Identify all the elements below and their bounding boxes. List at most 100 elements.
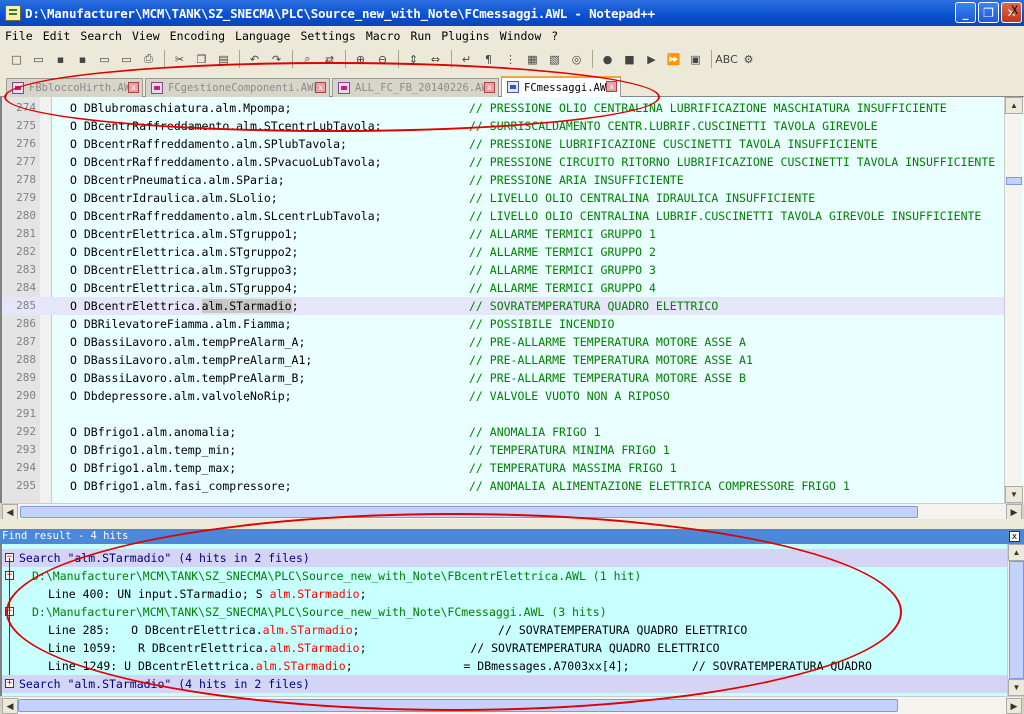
close-file-icon[interactable]: ▭ bbox=[94, 49, 115, 69]
cut-icon[interactable]: ✂ bbox=[169, 49, 190, 69]
find-hit-line[interactable]: Line 400: UN input.STarmadio; S alm.STar… bbox=[2, 585, 1007, 603]
find-scroll-left-arrow-icon[interactable]: ◀ bbox=[2, 698, 18, 714]
editor-vscroll-thumb[interactable] bbox=[1006, 177, 1022, 185]
find-horizontal-scrollbar[interactable]: ◀ ▶ bbox=[2, 696, 1022, 714]
scroll-left-arrow-icon[interactable]: ◀ bbox=[2, 504, 18, 520]
find-vscroll-thumb[interactable] bbox=[1009, 561, 1024, 679]
find-scroll-right-arrow-icon[interactable]: ▶ bbox=[1006, 698, 1022, 714]
sync-horizontal-icon[interactable]: ⇔ bbox=[425, 49, 446, 69]
menu-macro[interactable]: Macro bbox=[361, 29, 406, 43]
code-line[interactable]: 283 O DBcentrElettrica.alm.STgruppo3; // A… bbox=[2, 261, 1006, 279]
code-line[interactable]: 278 O DBcentrPneumatica.alm.SParia; // PRE… bbox=[2, 171, 1006, 189]
menu-file[interactable]: File bbox=[0, 29, 38, 43]
close-document-button[interactable]: X bbox=[1011, 3, 1018, 17]
word-wrap-icon[interactable]: ↵ bbox=[456, 49, 477, 69]
spell-auto-icon[interactable]: ⚙ bbox=[738, 49, 759, 69]
editor-hscroll-thumb[interactable] bbox=[20, 506, 918, 518]
find-hit-line[interactable]: Line 285: O DBcentrElettrica.alm.STarmad… bbox=[2, 621, 1007, 639]
menu-help[interactable]: ? bbox=[546, 29, 563, 43]
code-line[interactable]: 291 bbox=[2, 405, 1006, 423]
redo-icon[interactable]: ↷ bbox=[266, 49, 287, 69]
find-result-panel[interactable]: Search "alm.STarmadio" (4 hits in 2 file… bbox=[0, 544, 1007, 696]
indent-guide-icon[interactable]: ⋮ bbox=[500, 49, 521, 69]
menu-edit[interactable]: Edit bbox=[38, 29, 76, 43]
tab-fcmessaggi-awl[interactable]: FCmessaggi.AWL x bbox=[501, 76, 621, 97]
menu-view[interactable]: View bbox=[127, 29, 165, 43]
spell-check-icon[interactable]: ABC bbox=[715, 49, 738, 69]
scroll-right-arrow-icon[interactable]: ▶ bbox=[1006, 504, 1022, 520]
user-language-icon[interactable]: ▦ bbox=[522, 49, 543, 69]
code-line[interactable]: 282 O DBcentrElettrica.alm.STgruppo2; // A… bbox=[2, 243, 1006, 261]
find-file-line[interactable]: D:\Manufacturer\MCM\TANK\SZ_SNECMA\PLC\S… bbox=[2, 603, 1007, 621]
tab-close-icon[interactable]: x bbox=[606, 81, 617, 92]
tab-fcgestionecomponenti-awl[interactable]: FCgestioneComponenti.AWL x bbox=[145, 78, 330, 97]
notepadpp-icon[interactable] bbox=[5, 5, 21, 21]
code-line[interactable]: 287 O DBassiLavoro.alm.tempPreAlarm_A; // … bbox=[2, 333, 1006, 351]
editor-horizontal-scrollbar[interactable]: ◀ ▶ bbox=[2, 503, 1022, 520]
code-line[interactable]: 277 O DBcentrRaffreddamento.alm.SPvacuoLu… bbox=[2, 153, 1006, 171]
code-line[interactable]: 284 O DBcentrElettrica.alm.STgruppo4; // A… bbox=[2, 279, 1006, 297]
copy-icon[interactable]: ❐ bbox=[191, 49, 212, 69]
menu-window[interactable]: Window bbox=[495, 29, 547, 43]
save-macro-icon[interactable]: ▣ bbox=[685, 49, 706, 69]
code-line[interactable]: 288 O DBassiLavoro.alm.tempPreAlarm_A1; //… bbox=[2, 351, 1006, 369]
run-macro-multiple-icon[interactable]: ⏩ bbox=[663, 49, 684, 69]
menu-settings[interactable]: Settings bbox=[295, 29, 360, 43]
undo-icon[interactable]: ↶ bbox=[244, 49, 265, 69]
sync-vertical-icon[interactable]: ⇕ bbox=[403, 49, 424, 69]
replace-icon[interactable]: ⇄ bbox=[319, 49, 340, 69]
record-macro-icon[interactable]: ● bbox=[597, 49, 618, 69]
open-file-icon[interactable]: ▭ bbox=[28, 49, 49, 69]
show-all-chars-icon[interactable]: ¶ bbox=[478, 49, 499, 69]
code-line[interactable]: 292 O DBfrigo1.alm.anomalia; // ANOMALIA F… bbox=[2, 423, 1006, 441]
new-file-icon[interactable]: □ bbox=[6, 49, 27, 69]
find-hscroll-thumb[interactable] bbox=[18, 699, 898, 712]
save-all-icon[interactable]: ▪ bbox=[72, 49, 93, 69]
code-line[interactable]: 289 O DBassiLavoro.alm.tempPreAlarm_B; // … bbox=[2, 369, 1006, 387]
menu-run[interactable]: Run bbox=[405, 29, 436, 43]
find-hit-line[interactable]: Line 1059: R DBcentrElettrica.alm.STarma… bbox=[2, 639, 1007, 657]
code-line[interactable]: 275 O DBcentrRaffreddamento.alm.STcentrLu… bbox=[2, 117, 1006, 135]
code-line[interactable]: 293 O DBfrigo1.alm.temp_min; // TEMPERATUR… bbox=[2, 441, 1006, 459]
code-line[interactable]: 286 O DBRilevatoreFiamma.alm.Fiamma; // PO… bbox=[2, 315, 1006, 333]
code-line[interactable]: 285 O DBcentrElettrica.alm.STarmadio; // S… bbox=[2, 297, 1006, 315]
title-bar[interactable]: D:\Manufacturer\MCM\TANK\SZ_SNECMA\PLC\S… bbox=[0, 0, 1024, 26]
find-file-line[interactable]: D:\Manufacturer\MCM\TANK\SZ_SNECMA\PLC\S… bbox=[2, 567, 1007, 585]
tab-fbbloccohirth-awl[interactable]: FBbloccoHirth.AWL x bbox=[6, 78, 143, 97]
code-line[interactable]: 280 O DBcentrRaffreddamento.alm.SLcentrLu… bbox=[2, 207, 1006, 225]
find-icon[interactable]: ⌕ bbox=[297, 49, 318, 69]
menu-language[interactable]: Language bbox=[230, 29, 295, 43]
menu-search[interactable]: Search bbox=[75, 29, 127, 43]
tab-close-icon[interactable]: x bbox=[315, 82, 326, 93]
find-hit-line[interactable]: Line 1249: U DBcentrElettrica.alm.STarma… bbox=[2, 657, 1007, 675]
zoom-out-icon[interactable]: ⊖ bbox=[372, 49, 393, 69]
find-result-close-icon[interactable]: x bbox=[1009, 531, 1020, 542]
code-line[interactable]: 294 O DBfrigo1.alm.temp_max; // TEMPERATUR… bbox=[2, 459, 1006, 477]
doc-map-icon[interactable]: ▧ bbox=[544, 49, 565, 69]
tab-close-icon[interactable]: x bbox=[484, 82, 495, 93]
editor-vertical-scrollbar[interactable]: ▲ ▼ bbox=[1004, 97, 1023, 503]
editor-pane[interactable]: 274 O DBlubromaschiatura.alm.Mpompa; // PR… bbox=[0, 97, 1024, 503]
print-icon[interactable]: ⎙ bbox=[138, 49, 159, 69]
zoom-in-icon[interactable]: ⊕ bbox=[350, 49, 371, 69]
find-scroll-up-arrow-icon[interactable]: ▲ bbox=[1008, 544, 1024, 561]
code-line[interactable]: 281 O DBcentrElettrica.alm.STgruppo1; // A… bbox=[2, 225, 1006, 243]
function-list-icon[interactable]: ◎ bbox=[566, 49, 587, 69]
paste-icon[interactable]: ▤ bbox=[213, 49, 234, 69]
code-line[interactable]: 279 O DBcentrIdraulica.alm.SLolio; // LIVE… bbox=[2, 189, 1006, 207]
fold-toggle-icon[interactable]: + bbox=[5, 679, 14, 688]
save-icon[interactable]: ▪ bbox=[50, 49, 71, 69]
tab-all-fc-fb-20140226-awl[interactable]: ALL_FC_FB_20140226.AWL x bbox=[332, 78, 499, 97]
code-line[interactable]: 274 O DBlubromaschiatura.alm.Mpompa; // PR… bbox=[2, 99, 1006, 117]
tab-close-icon[interactable]: x bbox=[128, 82, 139, 93]
code-line[interactable]: 290 O Dbdepressore.alm.valvoleNoRip; // VA… bbox=[2, 387, 1006, 405]
menu-encoding[interactable]: Encoding bbox=[165, 29, 230, 43]
close-all-icon[interactable]: ▭ bbox=[116, 49, 137, 69]
play-macro-icon[interactable]: ▶ bbox=[641, 49, 662, 69]
code-line[interactable]: 276 O DBcentrRaffreddamento.alm.SPlubTavo… bbox=[2, 135, 1006, 153]
maximize-button[interactable]: ❐ bbox=[978, 2, 999, 23]
find-scroll-down-arrow-icon[interactable]: ▼ bbox=[1008, 679, 1024, 696]
stop-macro-icon[interactable]: ■ bbox=[619, 49, 640, 69]
find-search-line[interactable]: Search "alm.STarmadio" (4 hits in 2 file… bbox=[2, 675, 1007, 693]
scroll-up-arrow-icon[interactable]: ▲ bbox=[1005, 97, 1023, 114]
